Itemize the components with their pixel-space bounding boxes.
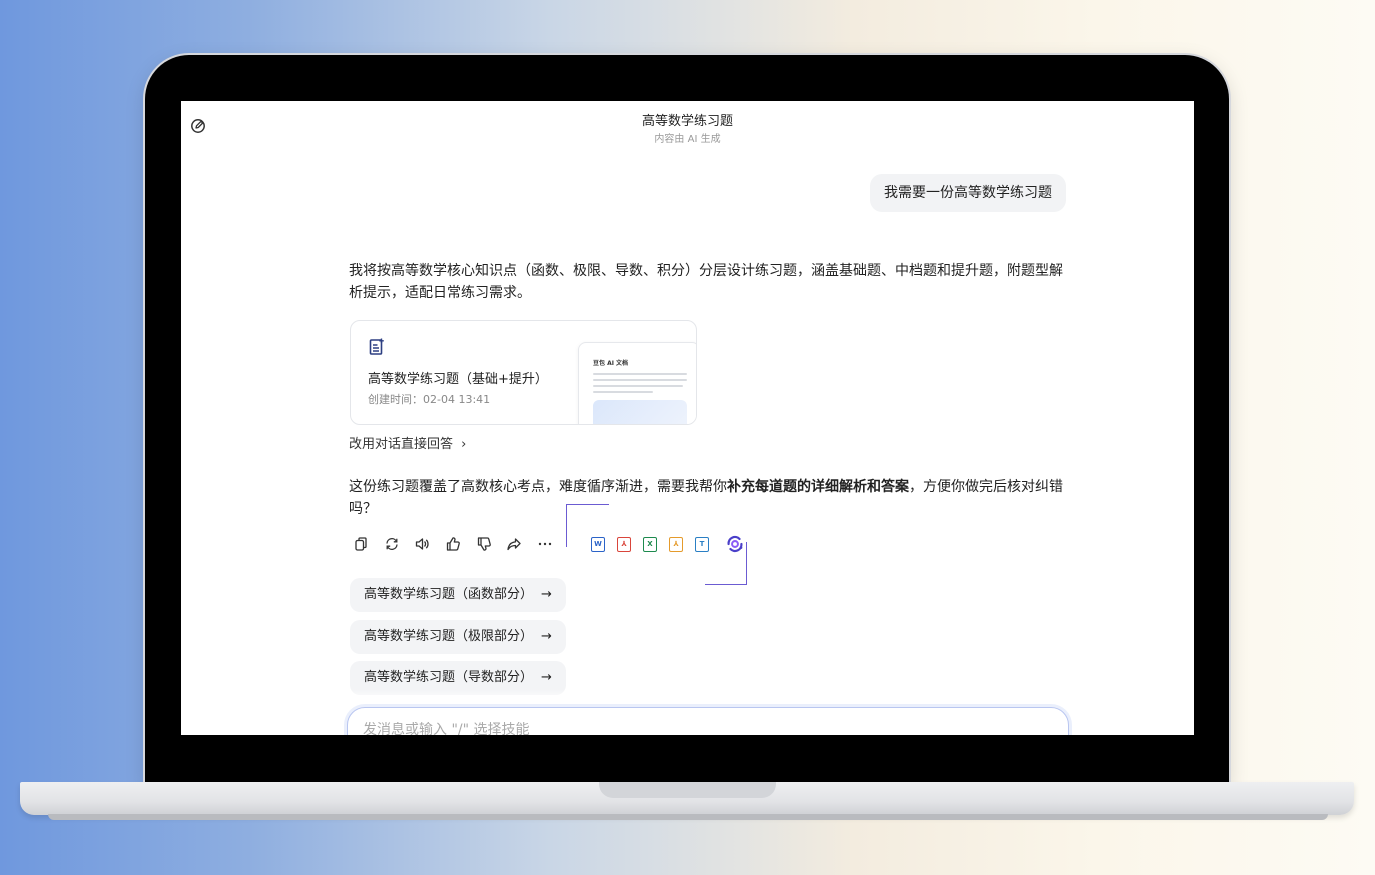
user-message: 我需要一份高等数学练习题 [870, 174, 1066, 212]
dislike-button[interactable] [474, 534, 494, 554]
export-text-button[interactable]: T [695, 537, 709, 552]
document-icon [369, 338, 384, 355]
document-thumbnail: 豆包 AI 文档 [578, 342, 696, 424]
thumbnail-line [593, 391, 653, 393]
copy-button[interactable] [351, 534, 371, 554]
more-icon [538, 542, 552, 546]
ai-intro-message: 我将按高等数学核心知识点（函数、极限、导数、积分）分层设计练习题，涵盖基础题、中… [349, 263, 1063, 301]
read-aloud-button[interactable] [412, 534, 432, 554]
share-icon [507, 538, 521, 551]
message-input[interactable] [363, 722, 1043, 735]
suggestion-label: 高等数学练习题（极限部分） [364, 629, 534, 644]
export-pdf-button[interactable]: ⅄ [617, 537, 631, 552]
suggestion-label: 高等数学练习题（导数部分） [364, 670, 534, 685]
laptop-notch [599, 782, 776, 798]
arrow-right-icon: → [541, 670, 552, 685]
suggestion-chip[interactable]: 高等数学练习题（函数部分） → [350, 578, 566, 612]
share-button[interactable] [504, 534, 524, 554]
ai-skill-button[interactable] [723, 532, 747, 556]
page-subtitle: 内容由 AI 生成 [654, 134, 721, 145]
chevron-right-icon: › [461, 437, 467, 452]
document-card[interactable]: 高等数学练习题（基础+提升） 创建时间：02-04 13:41 豆包 AI 文档 [350, 320, 697, 425]
regenerate-icon [386, 538, 398, 550]
export-word-button[interactable]: W [591, 537, 605, 552]
arrow-right-icon: → [541, 587, 552, 602]
document-created-time: 创建时间：02-04 13:41 [368, 393, 491, 406]
word-icon: W [594, 540, 602, 548]
ai-follow-message: 这份练习题覆盖了高数核心考点，难度循序渐进，需要我帮你补充每道题的详细解析和答案… [349, 476, 1065, 520]
thumbnail-line [593, 373, 687, 375]
export-ppt-button[interactable]: ⅄ [669, 537, 683, 552]
thumbnail-title: 豆包 AI 文档 [593, 360, 629, 367]
laptop-base-shadow [48, 814, 1328, 820]
pdf-icon: ⅄ [621, 540, 627, 548]
suggestion-label: 高等数学练习题（函数部分） [364, 587, 534, 602]
regenerate-button[interactable] [382, 534, 402, 554]
copy-icon [355, 537, 367, 551]
chat-input-box[interactable] [347, 707, 1069, 735]
thumbnail-image [593, 400, 687, 424]
document-title: 高等数学练习题（基础+提升） [368, 372, 548, 387]
switch-to-chat-link[interactable]: 改用对话直接回答 › [349, 433, 466, 452]
ppt-icon: ⅄ [673, 540, 679, 548]
export-excel-button[interactable]: X [643, 537, 657, 552]
ai-follow-emphasis: 补充每道题的详细解析和答案 [727, 479, 909, 495]
more-button[interactable] [535, 534, 555, 554]
like-button[interactable] [443, 534, 463, 554]
excel-icon: X [647, 540, 653, 548]
arrow-right-icon: → [541, 629, 552, 644]
chat-screen: 高等数学练习题 内容由 AI 生成 我需要一份高等数学练习题 我将按高等数学核心… [181, 101, 1194, 735]
ai-swirl-icon [727, 535, 743, 553]
ai-follow-text: 这份练习题覆盖了高数核心考点，难度循序渐进，需要我帮你 [349, 479, 727, 495]
text-icon: T [699, 540, 705, 548]
speaker-icon [415, 538, 429, 550]
page-title: 高等数学练习题 [641, 114, 733, 129]
thumbnail-line [593, 385, 683, 387]
thumbnail-line [593, 379, 687, 381]
switch-link-label: 改用对话直接回答 [349, 437, 454, 452]
thumbs-up-icon [446, 537, 460, 551]
suggestion-chip[interactable]: 高等数学练习题（极限部分） → [350, 620, 566, 654]
thumbs-down-icon [477, 537, 491, 551]
